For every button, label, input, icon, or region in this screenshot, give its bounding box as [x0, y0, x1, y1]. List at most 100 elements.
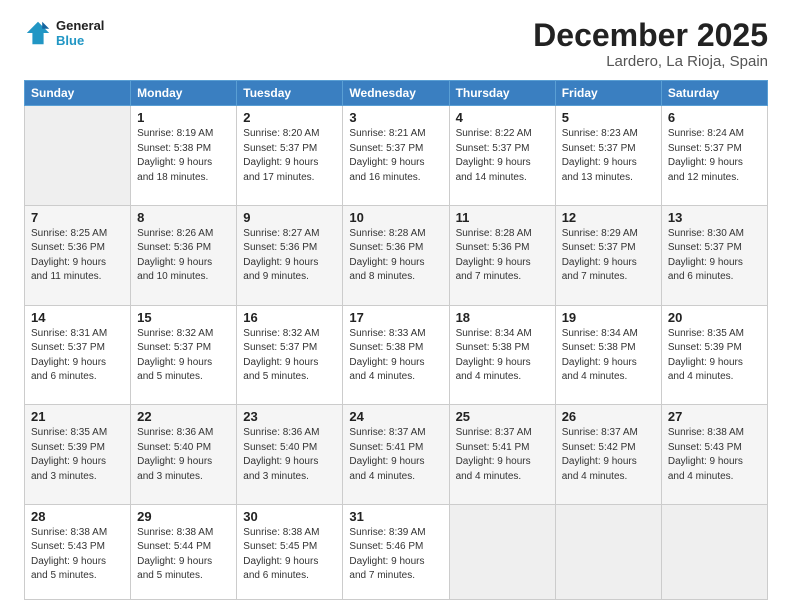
day-number: 19 — [562, 310, 655, 325]
header-cell-saturday: Saturday — [661, 81, 767, 106]
calendar-cell: 13Sunrise: 8:30 AM Sunset: 5:37 PM Dayli… — [661, 205, 767, 305]
calendar-cell: 14Sunrise: 8:31 AM Sunset: 5:37 PM Dayli… — [25, 305, 131, 405]
day-number: 25 — [456, 409, 549, 424]
calendar-cell: 5 Sunrise: 8:23 AM Sunset: 5:37 PM Daylig… — [555, 106, 661, 206]
calendar-cell — [449, 504, 555, 599]
day-info: Sunrise: 8:19 AM Sunset: 5:38 PM Dayligh… — [137, 127, 230, 185]
day-number: 20 — [668, 310, 761, 325]
day-info: Sunrise: 8:37 AM Sunset: 5:41 PM Dayligh… — [349, 426, 442, 484]
logo-icon — [24, 19, 52, 47]
header-cell-friday: Friday — [555, 81, 661, 106]
day-info: Sunrise: 8:38 AM Sunset: 5:43 PM Dayligh… — [668, 426, 761, 484]
day-number: 18 — [456, 310, 549, 325]
logo-text: General Blue — [56, 18, 104, 48]
calendar-cell: 30 Sunrise: 8:38 AM Sunset: 5:45 PM Dayli… — [237, 504, 343, 599]
day-info: Sunrise: 8:28 AM Sunset: 5:36 PM Dayligh… — [349, 227, 442, 285]
header-row: SundayMondayTuesdayWednesdayThursdayFrid… — [25, 81, 768, 106]
calendar-week-1: 1Sunrise: 8:19 AM Sunset: 5:38 PM Daylig… — [25, 106, 768, 206]
day-info: Sunrise: 8:38 AM Sunset: 5:45 PM Dayligh… — [243, 526, 336, 584]
day-number: 31 — [349, 509, 442, 524]
calendar-week-4: 21Sunrise: 8:35 AM Sunset: 5:39 PM Dayli… — [25, 405, 768, 505]
calendar-cell: 11 Sunrise: 8:28 AM Sunset: 5:36 PM Dayli… — [449, 205, 555, 305]
day-info: Sunrise: 8:20 AM Sunset: 5:37 PM Dayligh… — [243, 127, 336, 185]
day-info: Sunrise: 8:36 AM Sunset: 5:40 PM Dayligh… — [243, 426, 336, 484]
title-area: December 2025 Lardero, La Rioja, Spain — [533, 18, 768, 70]
day-number: 28 — [31, 509, 124, 524]
month-title: December 2025 — [533, 18, 768, 53]
day-info: Sunrise: 8:31 AM Sunset: 5:37 PM Dayligh… — [31, 327, 124, 385]
header: General Blue December 2025 Lardero, La R… — [24, 18, 768, 70]
calendar-cell: 31 Sunrise: 8:39 AM Sunset: 5:46 PM Dayli… — [343, 504, 449, 599]
calendar-week-3: 14Sunrise: 8:31 AM Sunset: 5:37 PM Dayli… — [25, 305, 768, 405]
calendar-cell: 2 Sunrise: 8:20 AM Sunset: 5:37 PM Daylig… — [237, 106, 343, 206]
header-cell-thursday: Thursday — [449, 81, 555, 106]
calendar-cell: 24Sunrise: 8:37 AM Sunset: 5:41 PM Dayli… — [343, 405, 449, 505]
day-number: 17 — [349, 310, 442, 325]
day-number: 15 — [137, 310, 230, 325]
day-number: 10 — [349, 210, 442, 225]
day-info: Sunrise: 8:32 AM Sunset: 5:37 PM Dayligh… — [137, 327, 230, 385]
day-info: Sunrise: 8:29 AM Sunset: 5:37 PM Dayligh… — [562, 227, 655, 285]
day-info: Sunrise: 8:38 AM Sunset: 5:43 PM Dayligh… — [31, 526, 124, 584]
day-info: Sunrise: 8:37 AM Sunset: 5:42 PM Dayligh… — [562, 426, 655, 484]
logo-area: General Blue — [24, 18, 104, 48]
header-cell-monday: Monday — [131, 81, 237, 106]
day-number: 5 — [562, 110, 655, 125]
calendar-cell: 7Sunrise: 8:25 AM Sunset: 5:36 PM Daylig… — [25, 205, 131, 305]
day-info: Sunrise: 8:30 AM Sunset: 5:37 PM Dayligh… — [668, 227, 761, 285]
calendar-cell: 12 Sunrise: 8:29 AM Sunset: 5:37 PM Dayli… — [555, 205, 661, 305]
day-number: 6 — [668, 110, 761, 125]
page: General Blue December 2025 Lardero, La R… — [0, 0, 792, 612]
day-info: Sunrise: 8:32 AM Sunset: 5:37 PM Dayligh… — [243, 327, 336, 385]
calendar-cell: 17 Sunrise: 8:33 AM Sunset: 5:38 PM Dayli… — [343, 305, 449, 405]
day-info: Sunrise: 8:36 AM Sunset: 5:40 PM Dayligh… — [137, 426, 230, 484]
calendar-cell: 26 Sunrise: 8:37 AM Sunset: 5:42 PM Dayli… — [555, 405, 661, 505]
calendar-cell: 25 Sunrise: 8:37 AM Sunset: 5:41 PM Dayli… — [449, 405, 555, 505]
calendar-cell: 23Sunrise: 8:36 AM Sunset: 5:40 PM Dayli… — [237, 405, 343, 505]
calendar-cell: 3Sunrise: 8:21 AM Sunset: 5:37 PM Daylig… — [343, 106, 449, 206]
day-number: 26 — [562, 409, 655, 424]
day-number: 22 — [137, 409, 230, 424]
day-number: 3 — [349, 110, 442, 125]
calendar-cell — [555, 504, 661, 599]
calendar-cell: 28 Sunrise: 8:38 AM Sunset: 5:43 PM Dayli… — [25, 504, 131, 599]
day-info: Sunrise: 8:28 AM Sunset: 5:36 PM Dayligh… — [456, 227, 549, 285]
location: Lardero, La Rioja, Spain — [533, 53, 768, 70]
day-info: Sunrise: 8:35 AM Sunset: 5:39 PM Dayligh… — [668, 327, 761, 385]
calendar-cell: 1Sunrise: 8:19 AM Sunset: 5:38 PM Daylig… — [131, 106, 237, 206]
day-info: Sunrise: 8:23 AM Sunset: 5:37 PM Dayligh… — [562, 127, 655, 185]
calendar-cell: 27 Sunrise: 8:38 AM Sunset: 5:43 PM Dayli… — [661, 405, 767, 505]
calendar-cell: 20 Sunrise: 8:35 AM Sunset: 5:39 PM Dayli… — [661, 305, 767, 405]
day-info: Sunrise: 8:39 AM Sunset: 5:46 PM Dayligh… — [349, 526, 442, 584]
calendar-cell: 19Sunrise: 8:34 AM Sunset: 5:38 PM Dayli… — [555, 305, 661, 405]
calendar-body: 1Sunrise: 8:19 AM Sunset: 5:38 PM Daylig… — [25, 106, 768, 600]
calendar-week-5: 28 Sunrise: 8:38 AM Sunset: 5:43 PM Dayli… — [25, 504, 768, 599]
day-info: Sunrise: 8:26 AM Sunset: 5:36 PM Dayligh… — [137, 227, 230, 285]
day-number: 30 — [243, 509, 336, 524]
day-number: 8 — [137, 210, 230, 225]
day-info: Sunrise: 8:33 AM Sunset: 5:38 PM Dayligh… — [349, 327, 442, 385]
header-cell-sunday: Sunday — [25, 81, 131, 106]
calendar-cell: 10 Sunrise: 8:28 AM Sunset: 5:36 PM Dayli… — [343, 205, 449, 305]
day-info: Sunrise: 8:25 AM Sunset: 5:36 PM Dayligh… — [31, 227, 124, 285]
day-number: 29 — [137, 509, 230, 524]
calendar-week-2: 7Sunrise: 8:25 AM Sunset: 5:36 PM Daylig… — [25, 205, 768, 305]
calendar-cell: 8 Sunrise: 8:26 AM Sunset: 5:36 PM Daylig… — [131, 205, 237, 305]
calendar-cell: 18 Sunrise: 8:34 AM Sunset: 5:38 PM Dayli… — [449, 305, 555, 405]
calendar-cell — [661, 504, 767, 599]
calendar-header: SundayMondayTuesdayWednesdayThursdayFrid… — [25, 81, 768, 106]
day-info: Sunrise: 8:37 AM Sunset: 5:41 PM Dayligh… — [456, 426, 549, 484]
calendar-cell — [25, 106, 131, 206]
day-info: Sunrise: 8:34 AM Sunset: 5:38 PM Dayligh… — [456, 327, 549, 385]
day-number: 2 — [243, 110, 336, 125]
calendar-cell: 4Sunrise: 8:22 AM Sunset: 5:37 PM Daylig… — [449, 106, 555, 206]
day-number: 27 — [668, 409, 761, 424]
day-number: 12 — [562, 210, 655, 225]
day-info: Sunrise: 8:22 AM Sunset: 5:37 PM Dayligh… — [456, 127, 549, 185]
day-info: Sunrise: 8:24 AM Sunset: 5:37 PM Dayligh… — [668, 127, 761, 185]
day-number: 16 — [243, 310, 336, 325]
day-number: 11 — [456, 210, 549, 225]
calendar-cell: 6 Sunrise: 8:24 AM Sunset: 5:37 PM Daylig… — [661, 106, 767, 206]
day-info: Sunrise: 8:35 AM Sunset: 5:39 PM Dayligh… — [31, 426, 124, 484]
day-number: 9 — [243, 210, 336, 225]
